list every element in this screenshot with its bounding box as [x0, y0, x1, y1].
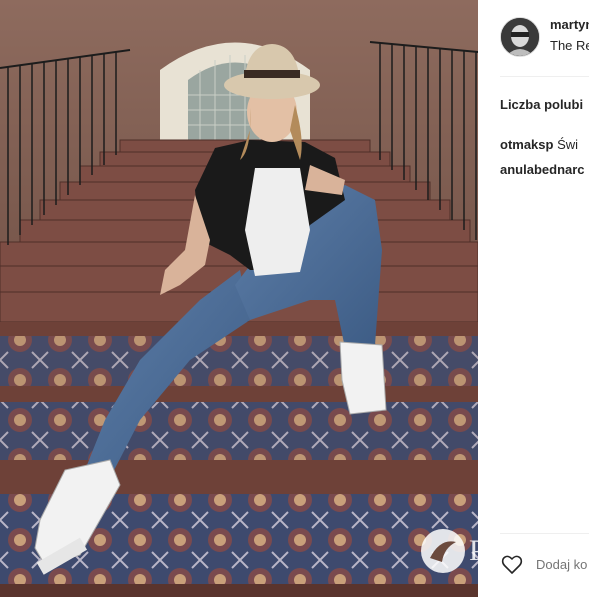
avatar-image	[501, 18, 539, 56]
watermark-text: P	[469, 534, 478, 567]
comment-text: Świ	[557, 137, 579, 152]
post-username[interactable]: martyn	[550, 17, 589, 32]
header-divider	[500, 76, 589, 77]
post-location[interactable]: The Re	[550, 38, 589, 53]
post-photo[interactable]: P	[0, 0, 478, 597]
comment-item: otmaksp Świ	[500, 137, 578, 152]
comment-item: anulabednarc	[500, 162, 585, 177]
likes-count[interactable]: Liczba polubi	[500, 97, 583, 112]
comment-username[interactable]: otmaksp	[500, 137, 553, 152]
post-side-panel: martyn The Re Liczba polubi otmaksp Świ …	[478, 0, 589, 597]
actions-divider	[500, 533, 589, 534]
comment-username[interactable]: anulabednarc	[500, 162, 585, 177]
avatar[interactable]	[500, 17, 540, 57]
brand-logo-icon	[421, 529, 465, 573]
heart-outline-icon[interactable]	[500, 552, 524, 576]
add-comment-input[interactable]	[536, 557, 589, 572]
photo-illustration	[0, 0, 478, 597]
